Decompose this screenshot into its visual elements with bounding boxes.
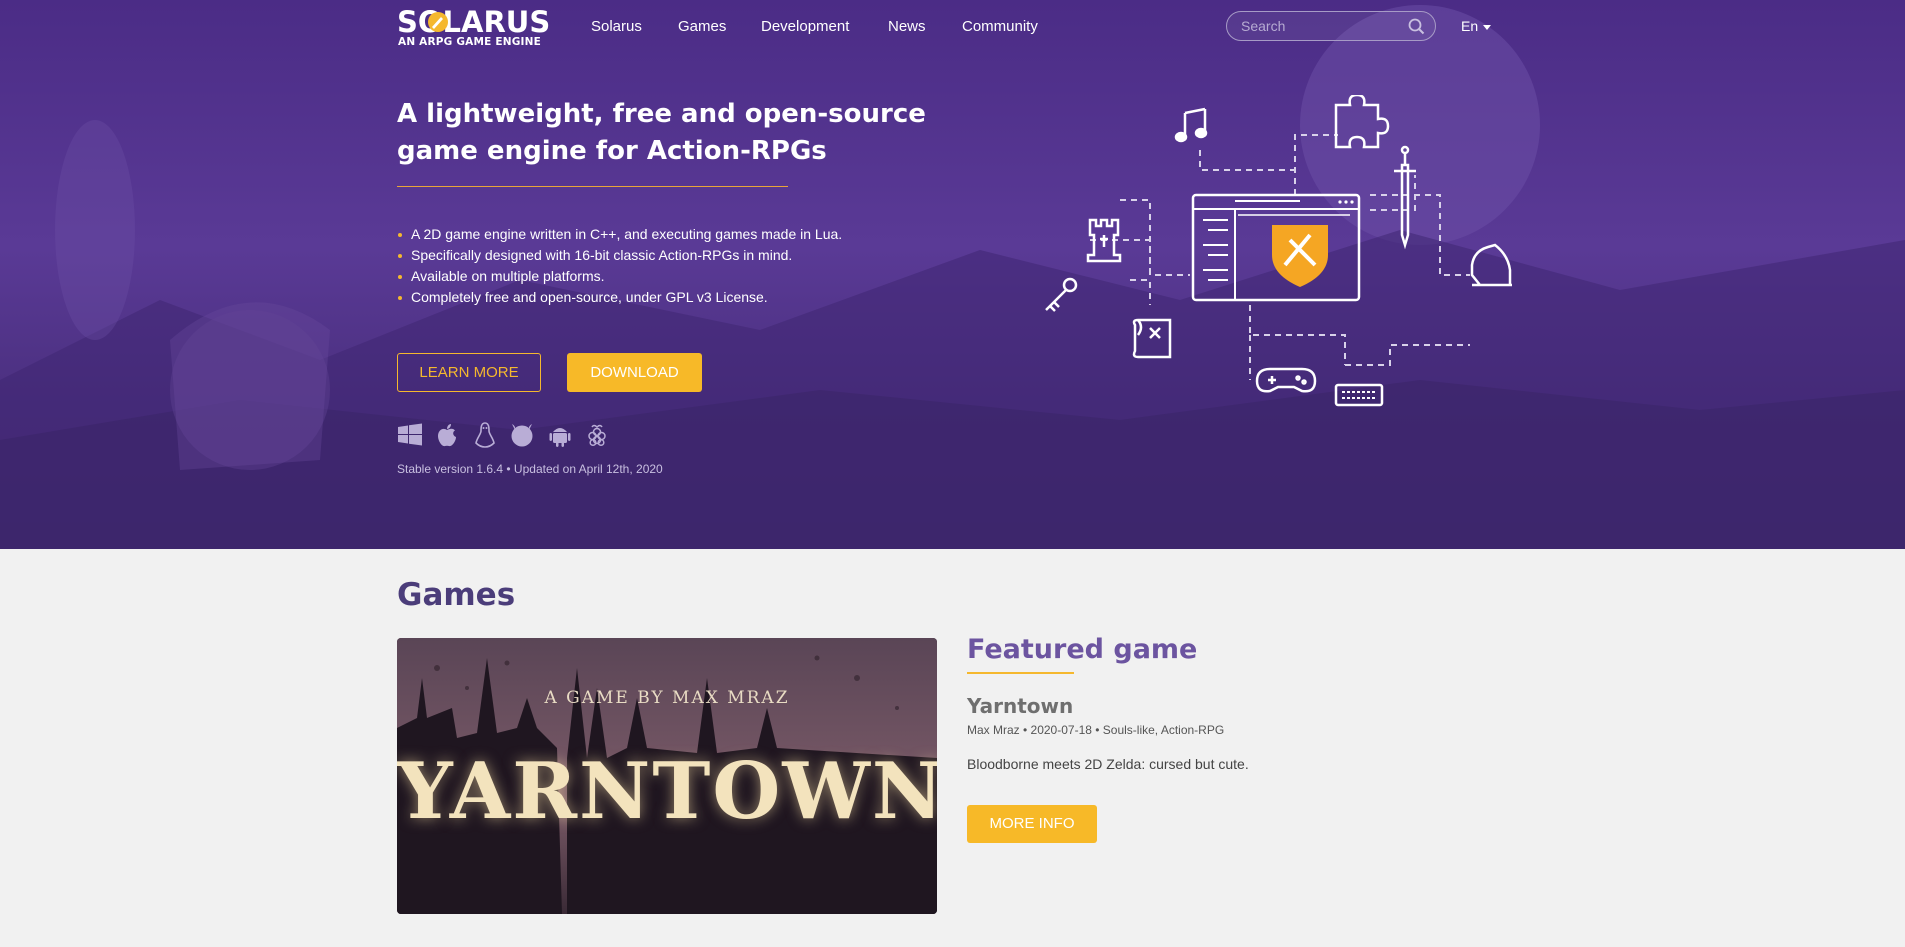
keyboard-icon <box>1334 383 1384 407</box>
engine-illustration <box>1045 95 1512 407</box>
editor-window-icon <box>1191 193 1361 302</box>
featured-game-heading: Featured game <box>967 634 1198 665</box>
learn-more-button[interactable]: LEARN MORE <box>397 353 541 392</box>
bullet-dot <box>398 275 402 279</box>
nav-development[interactable]: Development <box>761 18 849 35</box>
chevron-down-icon <box>1483 24 1492 30</box>
windows-icon[interactable] <box>397 421 423 449</box>
hero-background-illustration <box>0 5 1905 549</box>
treasure-map-icon <box>1132 318 1172 359</box>
feature-text: A 2D game engine written in C++, and exe… <box>411 226 843 242</box>
search-box <box>1226 11 1436 41</box>
freebsd-icon[interactable] <box>509 421 535 449</box>
linux-icon[interactable] <box>472 421 498 449</box>
game-description: Bloodborne meets 2D Zelda: cursed but cu… <box>967 756 1249 772</box>
hero-section: SOLARUS AN ARPG GAME ENGINE Solarus Game… <box>0 0 1905 549</box>
feature-item: Completely free and open-source, under G… <box>397 287 842 308</box>
gamepad-icon <box>1255 367 1317 393</box>
language-selector[interactable]: En <box>1461 18 1492 34</box>
apple-icon[interactable] <box>434 421 460 449</box>
featured-underline <box>967 672 1074 674</box>
hero-divider <box>397 186 788 187</box>
castle-tower-icon <box>1086 218 1122 263</box>
android-icon[interactable] <box>547 421 573 449</box>
puzzle-piece-icon <box>1334 95 1390 149</box>
bullet-dot <box>398 254 402 258</box>
games-section-title: Games <box>397 577 516 613</box>
bullet-dot <box>398 296 402 300</box>
sun-icon <box>428 12 448 32</box>
feature-item: A 2D game engine written in C++, and exe… <box>397 224 842 245</box>
download-button[interactable]: DOWNLOAD <box>567 353 702 392</box>
key-icon <box>1045 277 1078 312</box>
feature-list: A 2D game engine written in C++, and exe… <box>397 224 842 308</box>
hero-title: A lightweight, free and open-source game… <box>397 99 926 166</box>
nav-news[interactable]: News <box>888 18 926 35</box>
feature-item: Available on multiple platforms. <box>397 266 842 287</box>
language-label: En <box>1461 18 1479 34</box>
search-input[interactable] <box>1241 17 1401 35</box>
nav-community[interactable]: Community <box>962 18 1038 35</box>
banner-byline: A GAME BY MAX MRAZ <box>544 688 790 708</box>
featured-game-banner[interactable]: A GAME BY MAX MRAZ YARNTOWN <box>397 638 937 914</box>
logo-wordmark: SOLARUS <box>397 5 551 39</box>
banner-title: YARNTOWN <box>397 746 937 837</box>
top-navbar: SOLARUS AN ARPG GAME ENGINE Solarus Game… <box>0 0 1905 56</box>
music-note-icon <box>1174 107 1208 143</box>
feature-text: Specifically designed with 16-bit classi… <box>411 247 793 263</box>
nav-solarus[interactable]: Solarus <box>591 18 642 35</box>
bullet-dot <box>398 233 402 237</box>
version-info: Stable version 1.6.4 • Updated on April … <box>397 462 663 476</box>
feature-item: Specifically designed with 16-bit classi… <box>397 245 842 266</box>
raspberry-pi-icon[interactable] <box>584 421 610 449</box>
feature-text: Available on multiple platforms. <box>411 268 605 284</box>
search-icon[interactable] <box>1408 18 1425 35</box>
more-info-button[interactable]: MORE INFO <box>967 805 1097 843</box>
chess-knight-icon <box>1470 243 1512 287</box>
game-meta: Max Mraz • 2020-07-18 • Souls-like, Acti… <box>967 723 1225 737</box>
logo-tagline: AN ARPG GAME ENGINE <box>398 36 542 48</box>
solarus-logo[interactable]: SOLARUS AN ARPG GAME ENGINE <box>397 5 551 49</box>
feature-text: Completely free and open-source, under G… <box>411 289 768 305</box>
game-title[interactable]: Yarntown <box>967 694 1073 718</box>
nav-games[interactable]: Games <box>678 18 726 35</box>
